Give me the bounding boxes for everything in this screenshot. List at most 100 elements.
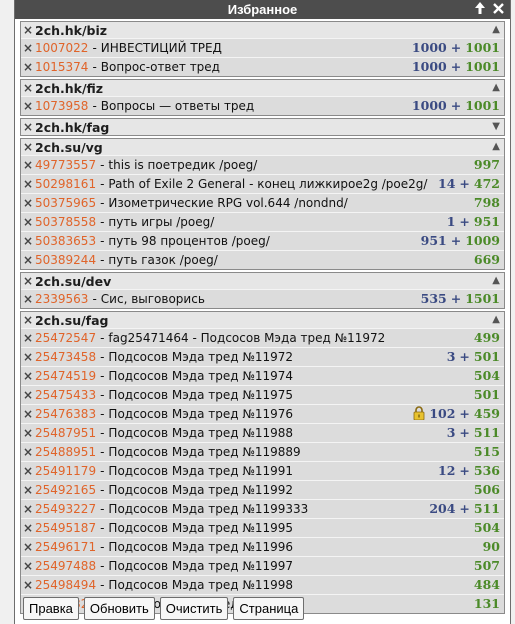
expand-arrow-icon[interactable]: ▼ [492, 119, 500, 135]
thread-title[interactable]: Подсосов Мэда тред №11992 [108, 483, 293, 497]
collapse-arrow-icon[interactable]: ▲ [492, 80, 500, 96]
collapse-arrow-icon[interactable]: ▲ [492, 139, 500, 155]
thread-title[interactable]: Сис, выговорись [101, 292, 205, 306]
thread-row[interactable]: × 25496171- Подсосов Мэда тред №11996 90 [21, 537, 504, 556]
thread-number-link[interactable]: 25491179 [35, 464, 96, 478]
thread-title[interactable]: fag25471464 - Подсосов Мэда тред №11972 [108, 331, 385, 345]
thread-row[interactable]: × 25487951- Подсосов Мэда тред №11988 3 +511 [21, 423, 504, 442]
thread-number-link[interactable]: 50389244 [35, 253, 96, 267]
thread-title[interactable]: Подсосов Мэда тред №11974 [108, 369, 293, 383]
thread-title[interactable]: Подсосов Мэда тред №11975 [108, 388, 293, 402]
thread-row[interactable]: × 25476383- Подсосов Мэда тред №11976 102 +4… [21, 404, 504, 423]
remove-thread-icon[interactable]: × [21, 388, 35, 402]
board-header[interactable]: × 2ch.su/vg ▲ [21, 139, 504, 155]
thread-title[interactable]: Path of Exile 2 General - конец лижкироe… [108, 177, 427, 191]
remove-thread-icon[interactable]: × [21, 502, 35, 516]
thread-title[interactable]: Подсосов Мэда тред №1199333 [108, 502, 308, 516]
remove-thread-icon[interactable]: × [21, 215, 35, 229]
board-name[interactable]: 2ch.hk/fiz [35, 81, 103, 96]
remove-thread-icon[interactable]: × [21, 234, 35, 248]
board-header[interactable]: × 2ch.hk/fag ▼ [21, 119, 504, 135]
remove-thread-icon[interactable]: × [21, 41, 35, 55]
thread-row[interactable]: × 50383653- путь 98 процентов /poeg/951 +10… [21, 231, 504, 250]
thread-row[interactable]: × 50378558- путь игры /poeg/1 +951 [21, 212, 504, 231]
pin-icon[interactable] [475, 2, 485, 17]
refresh-button[interactable]: Обновить [83, 597, 155, 620]
thread-row[interactable]: × 1073958- Вопросы — ответы тред 1000 +1001 [21, 96, 504, 115]
thread-row[interactable]: × 25475433- Подсосов Мэда тред №11975 501 [21, 385, 504, 404]
thread-number-link[interactable]: 25497488 [35, 559, 96, 573]
board-name[interactable]: 2ch.su/fag [35, 313, 108, 328]
thread-number-link[interactable]: 25487951 [35, 426, 96, 440]
thread-row[interactable]: × 25474519- Подсосов Мэда тред №11974 504 [21, 366, 504, 385]
remove-thread-icon[interactable]: × [21, 99, 35, 113]
thread-number-link[interactable]: 1073958 [35, 99, 88, 113]
thread-row[interactable]: × 1007022- ИНВЕСТИЦИЙ ТРЕД 1000 +1001 [21, 38, 504, 57]
remove-thread-icon[interactable]: × [21, 445, 35, 459]
thread-title[interactable]: путь игры /poeg/ [108, 215, 214, 229]
board-name[interactable]: 2ch.hk/fag [35, 120, 109, 135]
thread-title[interactable]: путь 98 процентов /poeg/ [108, 234, 269, 248]
remove-thread-icon[interactable]: × [21, 60, 35, 74]
board-header[interactable]: × 2ch.hk/fiz ▲ [21, 80, 504, 96]
thread-title[interactable]: Подсосов Мэда тред №11995 [108, 521, 293, 535]
thread-number-link[interactable]: 25474519 [35, 369, 96, 383]
thread-number-link[interactable]: 25475433 [35, 388, 96, 402]
thread-title[interactable]: путь газок /poeg/ [108, 253, 217, 267]
board-name[interactable]: 2ch.su/vg [35, 140, 103, 155]
thread-number-link[interactable]: 25472547 [35, 331, 96, 345]
board-name[interactable]: 2ch.hk/biz [35, 23, 107, 38]
thread-row[interactable]: × 50298161- Path of Exile 2 General - коне… [21, 174, 504, 193]
remove-board-icon[interactable]: × [21, 274, 35, 288]
thread-number-link[interactable]: 25495187 [35, 521, 96, 535]
thread-row[interactable]: × 25495187- Подсосов Мэда тред №11995 504 [21, 518, 504, 537]
remove-board-icon[interactable]: × [21, 120, 35, 134]
thread-title[interactable]: ИНВЕСТИЦИЙ ТРЕД [101, 41, 222, 55]
remove-thread-icon[interactable]: × [21, 521, 35, 535]
remove-thread-icon[interactable]: × [21, 350, 35, 364]
collapse-arrow-icon[interactable]: ▲ [492, 312, 500, 328]
thread-number-link[interactable]: 25496171 [35, 540, 96, 554]
thread-row[interactable]: × 25492165- Подсосов Мэда тред №11992 506 [21, 480, 504, 499]
thread-number-link[interactable]: 49773557 [35, 158, 96, 172]
thread-number-link[interactable]: 25492165 [35, 483, 96, 497]
thread-title[interactable]: this is поетредик /poeg/ [108, 158, 257, 172]
thread-title[interactable]: Подсосов Мэда тред №119889 [108, 445, 300, 459]
remove-thread-icon[interactable]: × [21, 426, 35, 440]
thread-number-link[interactable]: 25476383 [35, 407, 96, 421]
thread-number-link[interactable]: 25493227 [35, 502, 96, 516]
board-header[interactable]: × 2ch.su/fag ▲ [21, 312, 504, 328]
thread-title[interactable]: Подсосов Мэда тред №11996 [108, 540, 293, 554]
thread-number-link[interactable]: 50375965 [35, 196, 96, 210]
thread-title[interactable]: Вопросы — ответы тред [101, 99, 254, 113]
remove-thread-icon[interactable]: × [21, 158, 35, 172]
thread-number-link[interactable]: 50378558 [35, 215, 96, 229]
collapse-arrow-icon[interactable]: ▲ [492, 22, 500, 38]
thread-title[interactable]: Подсосов Мэда тред №11991 [108, 464, 293, 478]
remove-thread-icon[interactable]: × [21, 407, 35, 421]
thread-row[interactable]: × 2339563- Сис, выговорись 535 +1501 [21, 289, 504, 308]
thread-title[interactable]: Подсосов Мэда тред №11988 [108, 426, 293, 440]
board-header[interactable]: × 2ch.hk/biz ▲ [21, 22, 504, 38]
board-name[interactable]: 2ch.su/dev [35, 274, 111, 289]
thread-row[interactable]: × 25491179- Подсосов Мэда тред №11991 12 +53… [21, 461, 504, 480]
thread-number-link[interactable]: 1015374 [35, 60, 88, 74]
thread-row[interactable]: × 25498494- Подсосов Мэда тред №11998 484 [21, 575, 504, 594]
remove-thread-icon[interactable]: × [21, 369, 35, 383]
remove-board-icon[interactable]: × [21, 23, 35, 37]
remove-thread-icon[interactable]: × [21, 177, 35, 191]
collapse-arrow-icon[interactable]: ▲ [492, 273, 500, 289]
clear-button[interactable]: Очистить [159, 597, 229, 620]
thread-number-link[interactable]: 25488951 [35, 445, 96, 459]
remove-thread-icon[interactable]: × [21, 292, 35, 306]
thread-row[interactable]: × 1015374- Вопрос-ответ тред 1000 +1001 [21, 57, 504, 76]
thread-title[interactable]: Подсосов Мэда тред №11998 [108, 578, 293, 592]
remove-thread-icon[interactable]: × [21, 464, 35, 478]
remove-thread-icon[interactable]: × [21, 540, 35, 554]
thread-number-link[interactable]: 25498494 [35, 578, 96, 592]
page-button[interactable]: Страница [233, 597, 305, 620]
board-header[interactable]: × 2ch.su/dev ▲ [21, 273, 504, 289]
remove-board-icon[interactable]: × [21, 313, 35, 327]
thread-title[interactable]: Изометрические RPG vol.644 /nondnd/ [108, 196, 347, 210]
thread-row[interactable]: × 25472547- fag25471464 - Подсосов Мэда тр… [21, 328, 504, 347]
